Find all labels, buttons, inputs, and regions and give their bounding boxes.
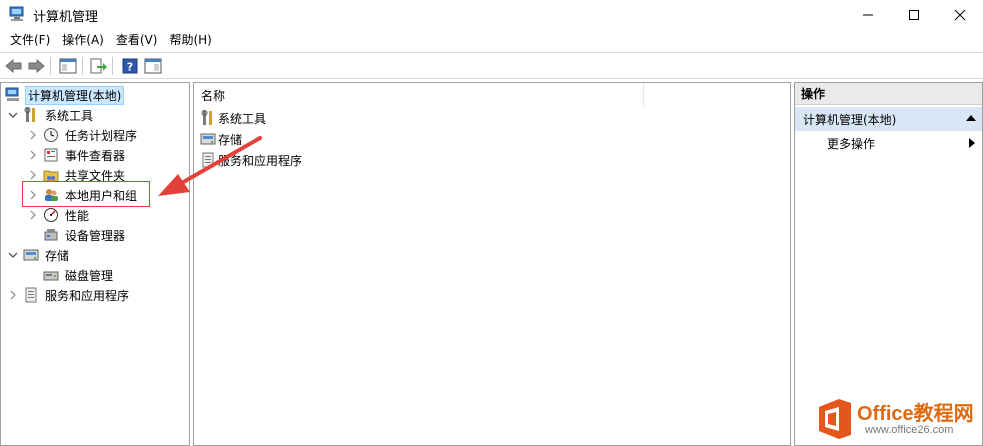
tree-item-device-manager[interactable]: 设备管理器 [43,225,127,245]
show-hide-tree-button[interactable] [58,56,78,76]
forward-button[interactable] [26,56,46,76]
chevron-down-icon[interactable] [7,249,19,261]
disk-icon [43,267,59,283]
tree-label: 性能 [65,208,90,223]
tree-item-task-scheduler[interactable]: 任务计划程序 [27,125,139,145]
toolbar-separator [112,57,113,75]
actions-header: 操作 [795,83,982,105]
services-icon [23,287,39,303]
actions-pane: 操作 计算机管理(本地) 更多操作 [794,82,983,446]
device-manager-icon [43,227,59,243]
menu-help[interactable]: 帮助(H) [163,29,217,51]
tree-label: 服务和应用程序 [45,288,130,303]
export-list-button[interactable] [88,56,108,76]
watermark-url: www.office26.com [865,424,954,436]
window-title: 计算机管理 [33,10,99,25]
menu-action[interactable]: 操作(A) [56,29,110,51]
performance-icon [43,207,59,223]
tree-label: 计算机管理(本地) [25,85,125,105]
submenu-arrow-icon [969,138,975,148]
back-button[interactable] [4,56,24,76]
show-action-pane-button[interactable] [143,56,163,76]
action-pane-icon [144,58,162,74]
list-item-label: 系统工具 [218,111,267,126]
close-button[interactable] [937,0,983,29]
forward-arrow-icon [28,59,45,73]
list-item[interactable]: 系统工具 [200,108,266,128]
tree-label: 磁盘管理 [65,268,114,283]
tree-item-services-applications[interactable]: 服务和应用程序 [7,285,131,305]
annotation-highlight-box [22,181,150,207]
minimize-icon [863,14,873,15]
tools-icon [200,110,216,126]
actions-section-computer-management[interactable]: 计算机管理(本地) [795,107,982,131]
more-actions-item[interactable]: 更多操作 [827,133,977,153]
console-tree-icon [59,58,77,74]
chevron-right-icon[interactable] [27,209,39,221]
chevron-down-icon[interactable] [7,109,19,121]
collapse-up-icon[interactable] [966,115,976,121]
event-viewer-icon [43,147,59,163]
tools-icon [23,107,39,123]
menu-file[interactable]: 文件(F) [4,29,56,51]
help-icon: ? [122,58,138,74]
tree-label: 任务计划程序 [65,128,138,143]
column-header-name[interactable]: 名称 [194,83,644,107]
tree-item-disk-management[interactable]: 磁盘管理 [43,265,115,285]
minimize-button[interactable] [845,0,891,29]
menu-view[interactable]: 查看(V) [110,29,164,51]
tree-label: 系统工具 [45,108,94,123]
watermark-brand: Office教程网 [857,403,974,425]
chevron-right-icon[interactable] [7,289,19,301]
tree-item-computer-management[interactable]: 计算机管理(本地) [5,85,125,105]
maximize-icon [909,9,919,20]
content-pane: 名称 系统工具 存储 服务和应用程序 [193,82,791,446]
tree-label: 设备管理器 [65,228,126,243]
storage-icon [23,247,39,263]
chevron-right-icon[interactable] [27,129,39,141]
tree-label: 事件查看器 [65,148,126,163]
computer-management-icon [5,87,21,103]
chevron-right-icon[interactable] [27,169,39,181]
office-logo-icon [819,399,851,439]
toolbar-separator [82,57,83,75]
more-actions-label: 更多操作 [827,136,876,151]
tree-item-system-tools[interactable]: 系统工具 [7,105,95,125]
column-header-label: 名称 [201,88,226,103]
tree-label: 存储 [45,248,70,263]
maximize-button[interactable] [891,0,937,29]
chevron-right-icon[interactable] [27,149,39,161]
computer-management-icon [9,6,24,21]
export-icon [90,58,107,74]
svg-text:?: ? [127,61,133,74]
annotation-arrow-icon [158,136,262,196]
help-button[interactable]: ? [120,56,140,76]
toolbar: ? [0,52,983,79]
toolbar-separator [50,57,51,75]
tree-item-event-viewer[interactable]: 事件查看器 [27,145,127,165]
menu-bar: 文件(F) 操作(A) 查看(V) 帮助(H) [0,29,983,51]
back-arrow-icon [5,59,22,73]
title-bar: 计算机管理 [0,0,983,29]
clock-icon [43,127,59,143]
watermark: Office教程网 www.office26.com [813,395,981,445]
close-icon [954,9,966,20]
tree-item-storage[interactable]: 存储 [7,245,71,265]
actions-section-label: 计算机管理(本地) [803,112,897,127]
tree-item-performance[interactable]: 性能 [27,205,91,225]
